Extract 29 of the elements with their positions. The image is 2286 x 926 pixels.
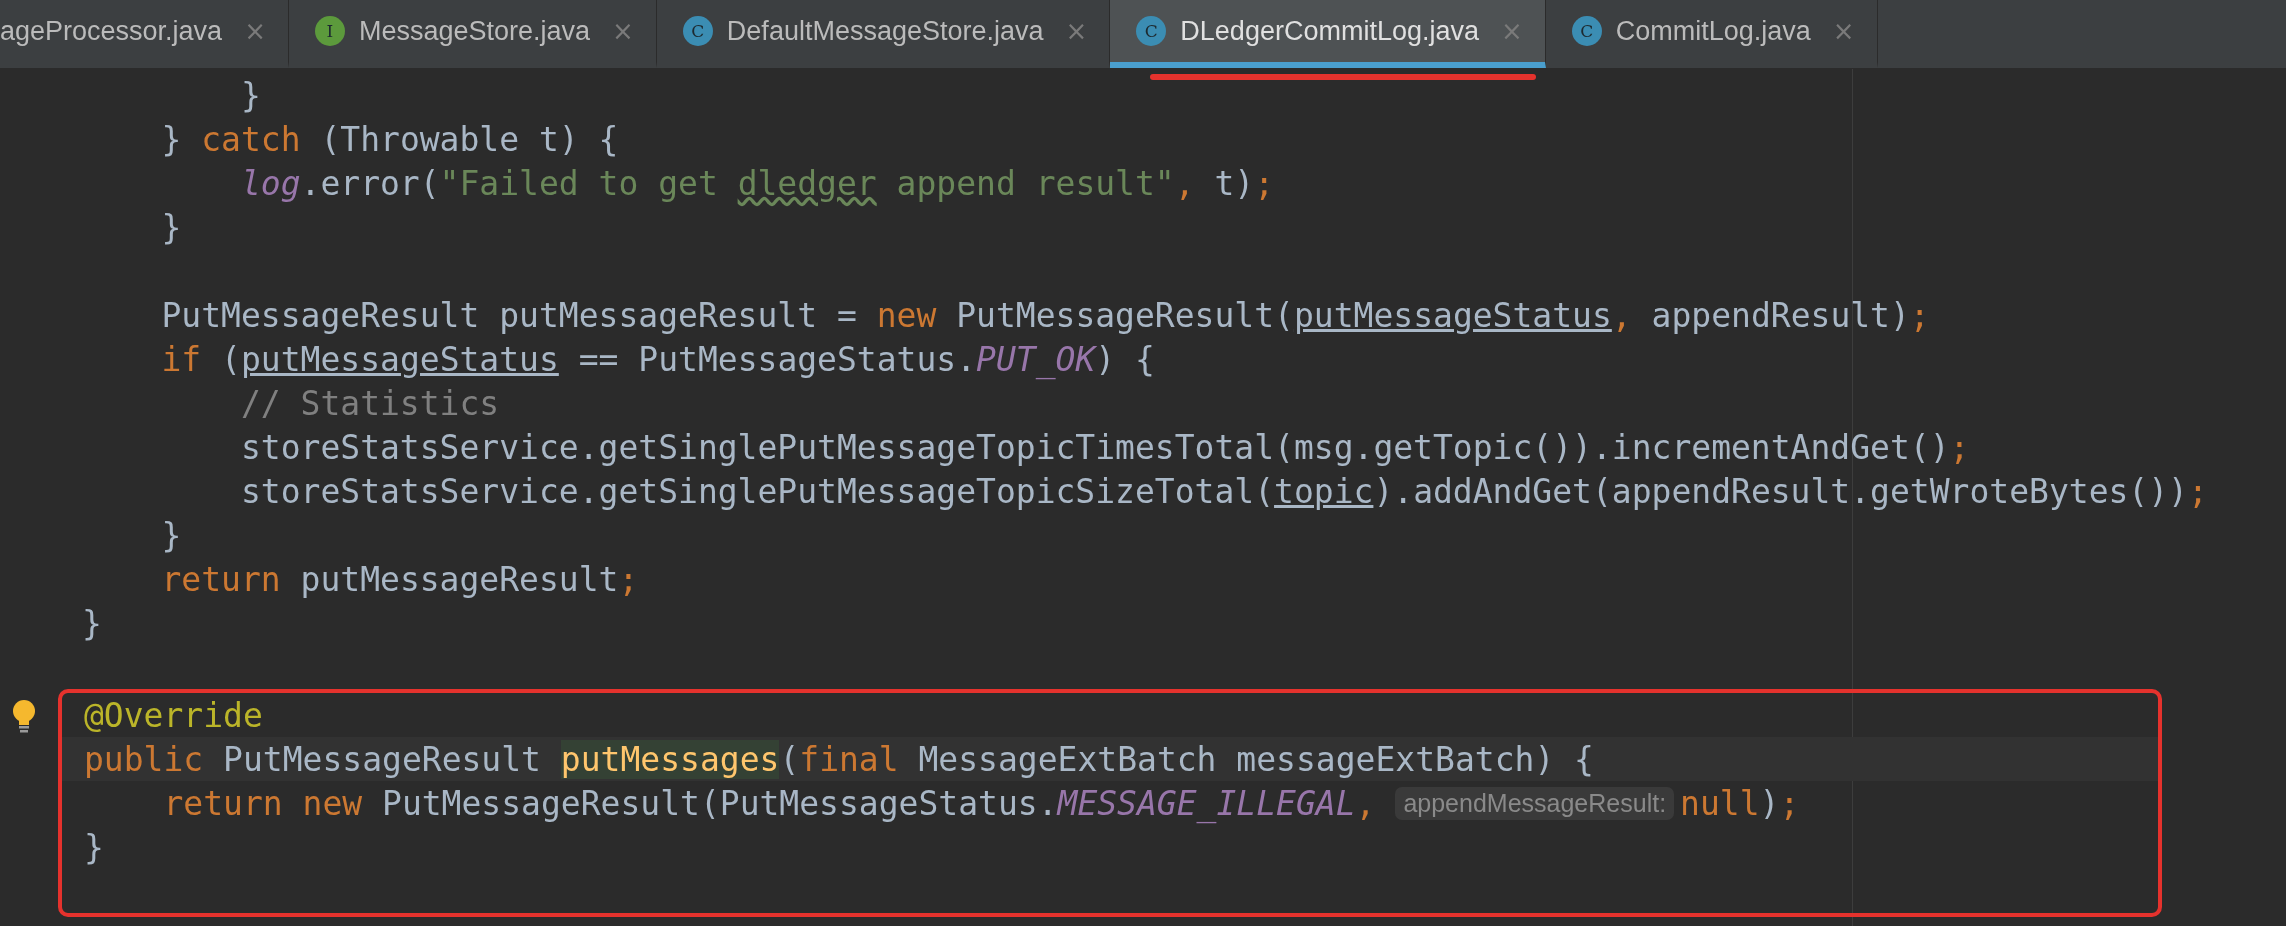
editor-tab[interactable]: C DLedgerCommitLog.java × <box>1110 0 1546 68</box>
code-line: storeStatsService.getSinglePutMessageTopicTimesTotal(msg.getTopic()).incrementAndGet(); <box>239 426 1971 469</box>
tab-label: ageProcessor.java <box>0 15 223 47</box>
lightbulb-icon[interactable] <box>10 699 38 733</box>
class-icon: C <box>682 16 713 46</box>
code-line: } <box>239 74 262 117</box>
code-text: null); <box>1680 783 1800 823</box>
code-line: } catch (Throwable t) { <box>160 118 620 161</box>
code-line: storeStatsService.getSinglePutMessageTopicSizeTotal(topic).addAndGet(appendResult.getWroteBytes()); <box>239 470 2209 513</box>
code-line: return putMessageResult; <box>160 558 640 601</box>
class-icon: C <box>1571 16 1602 46</box>
code-text: return new PutMessageResult(PutMessageStatus.MESSAGE_ILLEGAL, <box>163 783 1376 823</box>
code-line: } <box>81 602 103 645</box>
code-line: PutMessageResult putMessageResult = new PutMessageResult(putMessageStatus, appendResult); <box>160 294 1931 337</box>
code-line: } <box>160 206 183 249</box>
class-icon: I <box>314 16 345 46</box>
code-line: log.error("Failed to get dledger append result", t); <box>239 162 1276 205</box>
parameter-hint: appendMessageResult: <box>1395 786 1675 820</box>
class-icon: C <box>1136 16 1167 46</box>
tab-label: DefaultMessageStore.java <box>726 15 1044 47</box>
tab-label: DLedgerCommitLog.java <box>1180 15 1479 47</box>
tab-label: CommitLog.java <box>1615 15 1811 47</box>
editor-tab[interactable]: ageProcessor.java × <box>0 0 289 68</box>
code-line: } <box>160 514 183 557</box>
tab-label: MessageStore.java <box>358 15 591 47</box>
code-line: if (putMessageStatus == PutMessageStatus.PUT_OK) { <box>160 338 1156 381</box>
code-line: @Override <box>62 693 2158 737</box>
code-line: // Statistics <box>239 382 501 425</box>
code-line: } <box>83 826 105 869</box>
